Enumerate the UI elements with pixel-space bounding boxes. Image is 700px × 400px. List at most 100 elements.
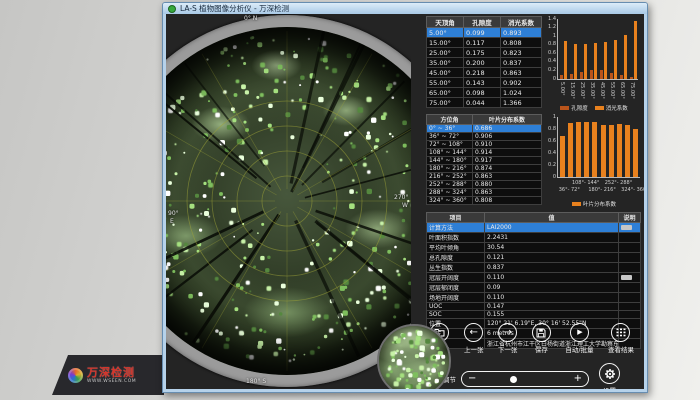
- compass-east-label: E: [170, 218, 174, 225]
- bar-group: [592, 122, 597, 177]
- zenith-angle-table: 天顶角孔隙度消光系数5.00°0.0990.89315.00°0.1170.80…: [426, 16, 541, 108]
- arrow-left-icon: ←: [470, 328, 478, 338]
- y-axis-tick: 1.2: [544, 25, 556, 30]
- grid-icon: [616, 328, 626, 337]
- window-content: 0° N 180° S 90° E 270° W 天顶角孔隙度消光系数5.00°…: [166, 14, 644, 389]
- chart-legend: 叶片分布系数: [544, 200, 644, 208]
- bar: [576, 122, 581, 177]
- x-axis-label: 55.00°: [609, 82, 615, 99]
- table-row[interactable]: 75.00°0.0441.366: [427, 98, 542, 108]
- table-row[interactable]: 丛生指数0.837: [427, 263, 641, 273]
- view-results-button[interactable]: 查看结果: [608, 323, 634, 354]
- compass-north-label: 0° N: [244, 15, 257, 22]
- table-row[interactable]: 冠层开阔度0.110: [427, 273, 641, 283]
- bar-group: [560, 41, 567, 79]
- table-row[interactable]: 252° ~ 288°0.880: [427, 181, 542, 189]
- x-axis-label: 25.00°: [579, 82, 585, 99]
- compass-east-degrees: 90°: [168, 210, 179, 217]
- bar: [610, 73, 613, 79]
- play-icon: ▶: [576, 329, 582, 336]
- bar: [584, 44, 587, 79]
- previous-image-button[interactable]: ← 上一张: [464, 323, 484, 354]
- table-row[interactable]: 计算方法LAI2000: [427, 223, 641, 233]
- bar: [570, 74, 573, 79]
- bar-group: [620, 35, 627, 79]
- table-row[interactable]: 108° ~ 144°0.914: [427, 149, 542, 157]
- table-row[interactable]: 45.00°0.2180.863: [427, 68, 542, 78]
- toolbar: 文件夹 ← 上一张 → 下一张 保存 ▶ 自动/批量: [416, 309, 640, 389]
- table-row[interactable]: 35.00°0.2000.837: [427, 58, 542, 68]
- compass-west-degrees: 270°: [394, 194, 408, 201]
- x-axis-label: 180°- 216°: [587, 187, 617, 193]
- bar: [580, 72, 583, 80]
- table-row[interactable]: 0° ~ 36°0.686: [427, 125, 542, 133]
- bar: [609, 125, 614, 177]
- table-row[interactable]: 场地开阔度0.110: [427, 293, 641, 303]
- compass-west-label: W: [402, 202, 408, 209]
- x-axis-label: 75.00°: [629, 82, 635, 99]
- y-axis-tick: 0: [544, 175, 556, 180]
- table-row[interactable]: 平均叶倾角30.54: [427, 243, 641, 253]
- table-row[interactable]: 324° ~ 360°0.808: [427, 197, 542, 205]
- table-row[interactable]: 216° ~ 252°0.863: [427, 173, 542, 181]
- bar: [590, 70, 593, 79]
- table-row[interactable]: 冠层郁闭度0.09: [427, 283, 641, 293]
- y-axis-tick: 0.2: [544, 163, 556, 168]
- column-header: 天顶角: [427, 17, 464, 28]
- bar: [594, 43, 597, 79]
- gear-icon: [604, 368, 616, 380]
- table-row[interactable]: 15.00°0.1170.808: [427, 38, 542, 48]
- auto-batch-button[interactable]: ▶ 自动/批量: [565, 323, 593, 354]
- bar-group: [600, 42, 607, 79]
- thumbnail-preview[interactable]: [377, 324, 451, 389]
- table-row[interactable]: 36° ~ 72°0.906: [427, 133, 542, 141]
- column-header: 值: [485, 213, 619, 223]
- table-row[interactable]: 144° ~ 180°0.917: [427, 157, 542, 165]
- column-header: 说明: [619, 213, 641, 223]
- settings-button[interactable]: 设置: [599, 363, 620, 389]
- leaf-distribution-chart: 00.20.40.60.81108°- 144°252°- 288°36°- 7…: [544, 114, 644, 212]
- bar: [604, 42, 607, 79]
- y-axis-tick: 0: [544, 77, 556, 82]
- slider-minus-button[interactable]: −: [468, 372, 476, 386]
- note-button[interactable]: [621, 225, 632, 230]
- table-row[interactable]: 25.00°0.1750.823: [427, 48, 542, 58]
- desktop: { "window": { "title": "LA-S 植物图像分析仪 - 万…: [0, 0, 700, 400]
- chart-legend: 孔隙度消光系数: [544, 104, 644, 112]
- table-row[interactable]: 65.00°0.0981.024: [427, 88, 542, 98]
- bar: [617, 124, 622, 177]
- bar-group: [610, 40, 617, 79]
- azimuth-angle-table: 方位角叶片分布系数0° ~ 36°0.68636° ~ 72°0.90672° …: [426, 114, 541, 205]
- segmentation-slider[interactable]: − +: [461, 371, 589, 387]
- legend-swatch: [572, 202, 581, 206]
- x-axis-label: 36°- 72°: [554, 187, 584, 193]
- fisheye-canopy-image[interactable]: [166, 27, 411, 375]
- table-row[interactable]: 总孔隙度0.121: [427, 253, 641, 263]
- table-row[interactable]: 叶面积指数2.2431: [427, 233, 641, 243]
- title-bar[interactable]: LA-S 植物图像分析仪 - 万深检测: [163, 3, 647, 14]
- y-axis-tick: 0.6: [544, 51, 556, 56]
- table-row[interactable]: 5.00°0.0990.893: [427, 28, 542, 38]
- note-button[interactable]: [621, 275, 632, 280]
- next-image-button[interactable]: → 下一张: [498, 323, 518, 354]
- table-row[interactable]: 72° ~ 108°0.910: [427, 141, 542, 149]
- y-axis-tick: 0.8: [544, 127, 556, 132]
- table-row[interactable]: 55.00°0.1430.902: [427, 78, 542, 88]
- y-axis-tick: 1.4: [544, 17, 556, 22]
- bar: [634, 21, 637, 80]
- arrow-right-icon: →: [503, 328, 511, 338]
- bar-group: [601, 125, 606, 177]
- vendor-logo-icon: [68, 368, 83, 383]
- slider-plus-button[interactable]: +: [574, 372, 582, 386]
- fisheye-ring: [166, 15, 411, 387]
- y-axis-tick: 0.6: [544, 139, 556, 144]
- x-axis-label: 35.00°: [589, 82, 595, 99]
- y-axis-tick: 0.4: [544, 151, 556, 156]
- table-row[interactable]: 180° ~ 216°0.874: [427, 165, 542, 173]
- x-axis-label: 252°- 288°: [604, 180, 634, 186]
- table-row[interactable]: 288° ~ 324°0.863: [427, 189, 542, 197]
- vendor-logo: 万深检测 WWW.WSEEN.COM: [52, 355, 164, 395]
- slider-knob[interactable]: [510, 376, 517, 383]
- save-button[interactable]: 保存: [532, 323, 551, 354]
- bar-group: [590, 43, 597, 79]
